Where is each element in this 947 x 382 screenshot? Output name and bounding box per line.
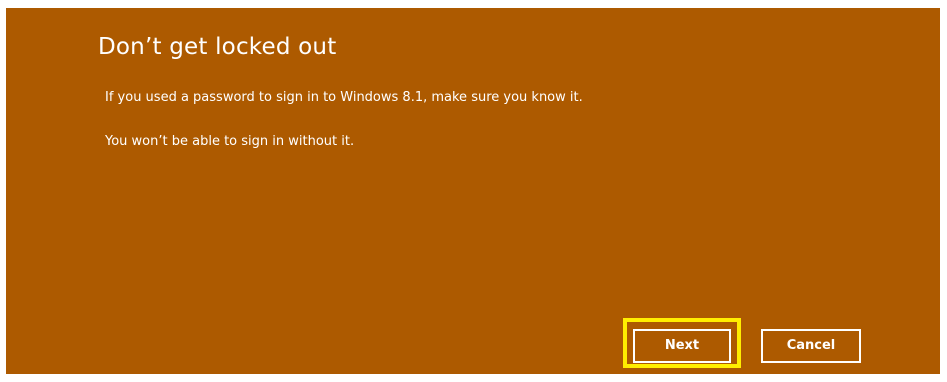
dialog-panel: Don’t get locked out If you used a passw… [6,8,940,374]
next-button[interactable]: Next [633,329,731,363]
cancel-button[interactable]: Cancel [761,329,861,363]
dialog-title: Don’t get locked out [98,34,337,60]
dialog-message-password: If you used a password to sign in to Win… [105,90,583,105]
dialog-message-warning: You won’t be able to sign in without it. [105,134,355,149]
window-frame: Don’t get locked out If you used a passw… [0,0,947,382]
